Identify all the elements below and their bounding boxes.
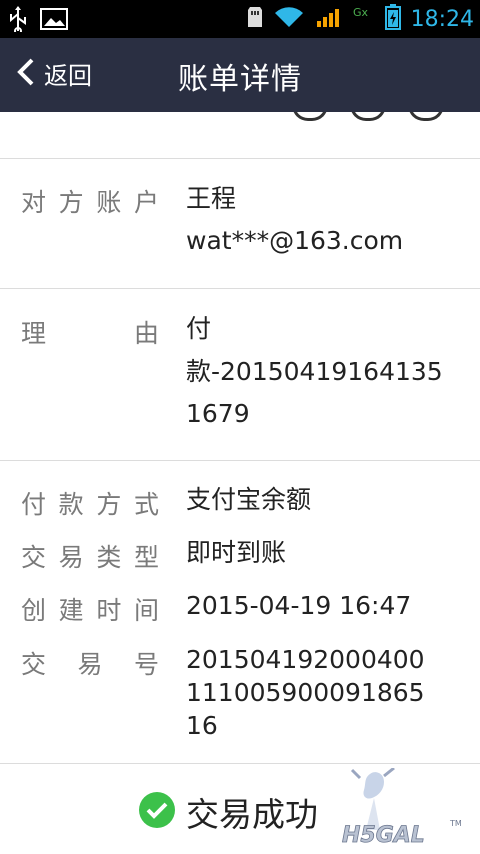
watermark-logo: H5GAL TM [340, 766, 472, 848]
reason-line-1: 付 [186, 314, 212, 343]
image-icon [40, 7, 68, 35]
title-bar: 返回 账单详情 [0, 38, 480, 112]
sd-card-icon [247, 6, 263, 32]
account-email: wat***@163.com [186, 226, 404, 255]
payment-method-value: 支付宝余额 [186, 485, 312, 514]
partial-glyphs [292, 112, 444, 121]
section-account: 对 方 账 户 王程 wat***@163.com [0, 159, 480, 289]
signal-gx-icon: Gx [353, 5, 375, 33]
label-reason: 理 由 [21, 319, 159, 348]
signal-3g-icon [315, 5, 343, 33]
trade-no-line-1: 201504192000400 [186, 645, 425, 674]
watermark-text: H5GAL [342, 823, 425, 848]
status-bar-right: Gx 18:24 [247, 4, 474, 34]
label-payment-method: 付 款 方 式 [21, 490, 159, 519]
created-time-value: 2015-04-19 16:47 [186, 591, 412, 620]
usb-icon [8, 6, 28, 36]
check-circle-icon [138, 791, 176, 833]
trade-no-line-2: 111005900091865 [186, 678, 425, 707]
battery-icon [384, 4, 401, 34]
footer-status: 交易成功 H5GAL TM [0, 764, 480, 854]
watermark-tm: TM [449, 819, 462, 828]
status-time: 18:24 [410, 6, 474, 32]
label-account: 对 方 账 户 [21, 188, 159, 217]
label-trade-no: 交 易 号 [21, 650, 159, 679]
page-title: 账单详情 [178, 62, 302, 97]
trade-no-line-3: 16 [186, 711, 218, 740]
trade-status: 交易成功 [138, 788, 318, 836]
trade-status-text: 交易成功 [186, 795, 318, 834]
section-payment: 付 款 方 式 支付宝余额 交 易 类 型 即时到账 创 建 时 间 2015-… [0, 461, 480, 764]
reason-line-2: 款-20150419164135 [186, 357, 443, 386]
scrolled-content-remnant [0, 112, 480, 159]
label-trade-type: 交 易 类 型 [21, 543, 159, 572]
svg-text:Gx: Gx [353, 6, 369, 19]
section-reason: 理 由 付 款-20150419164135 1679 [0, 289, 480, 461]
trade-type-value: 即时到账 [186, 538, 287, 567]
status-bar: Gx 18:24 [0, 0, 480, 38]
wifi-icon [273, 5, 305, 33]
status-bar-left [8, 6, 68, 36]
label-created-time: 创 建 时 间 [21, 596, 159, 625]
reason-line-3: 1679 [186, 399, 250, 428]
account-name: 王程 [186, 184, 237, 213]
